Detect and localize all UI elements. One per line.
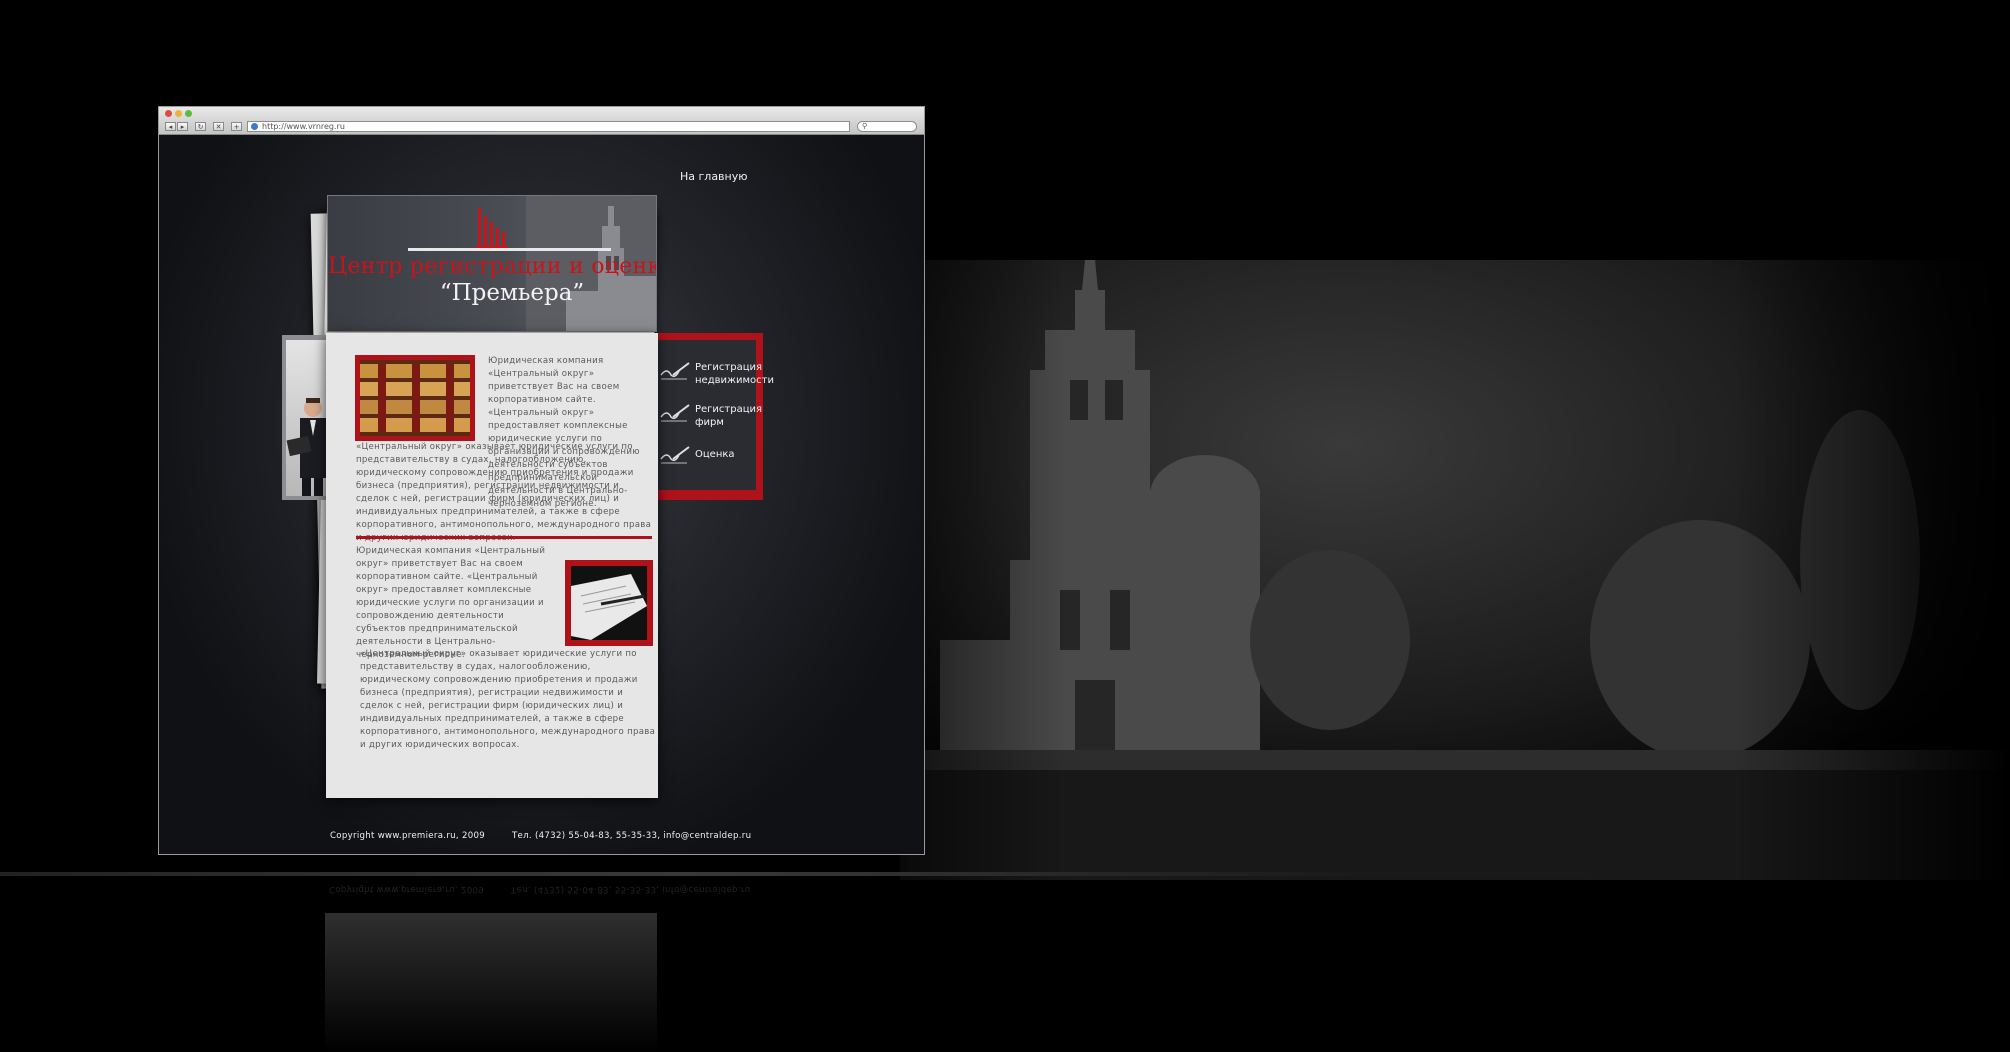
minimize-window-button[interactable] xyxy=(175,110,182,117)
pen-signature-icon xyxy=(660,362,690,380)
forward-button[interactable]: ▸ xyxy=(177,122,188,131)
page-viewport: На главную Центр регистрации и оценки “П… xyxy=(159,135,924,854)
add-bookmark-button[interactable]: + xyxy=(231,122,242,131)
stop-button[interactable]: ✕ xyxy=(213,122,224,131)
pen-signature-icon xyxy=(660,404,690,422)
browser-window: ◂ ▸ ↻ ✕ + http://www.vrnreg.ru ⚲ На глав… xyxy=(158,106,925,855)
footer-copyright: Copyright www.premiera.ru, 2009 xyxy=(330,831,486,841)
address-bar[interactable]: http://www.vrnreg.ru xyxy=(247,121,850,132)
back-button[interactable]: ◂ xyxy=(165,122,176,131)
globe-icon xyxy=(251,123,258,130)
search-field[interactable]: ⚲ xyxy=(857,121,917,132)
search-icon: ⚲ xyxy=(862,122,868,130)
footer-contacts-reflection: Тел. (4732) 55-04-83, 55-35-33, info@cen… xyxy=(511,884,751,894)
menu-item-label: Регистрация фирм xyxy=(695,404,763,428)
menu-item-label: Оценка xyxy=(695,449,735,460)
paper-reflection xyxy=(325,913,657,1052)
reload-button[interactable]: ↻ xyxy=(195,122,206,131)
zoom-window-button[interactable] xyxy=(185,110,192,117)
browser-toolbar: ◂ ▸ ↻ ✕ + http://www.vrnreg.ru ⚲ xyxy=(159,107,924,135)
window-reflection: Copyright www.premiera.ru, 2009 Тел. (47… xyxy=(158,878,925,1052)
footer-contacts: Тел. (4732) 55-04-83, 55-35-33, info@cen… xyxy=(512,831,752,841)
site-subtitle: “Премьера” xyxy=(439,280,585,306)
home-link[interactable]: На главную xyxy=(680,170,748,183)
url-text: http://www.vrnreg.ru xyxy=(262,122,345,131)
close-window-button[interactable] xyxy=(165,110,172,117)
pen-signature-icon xyxy=(660,446,690,464)
footer-copyright-reflection: Copyright www.premiera.ru, 2009 xyxy=(329,884,485,894)
background-church-photo xyxy=(900,260,2010,880)
body-paragraph-2: «Центральный округ» оказывает юридически… xyxy=(360,649,656,750)
floor-reflection-line xyxy=(0,872,1700,876)
site-title: Центр регистрации и оценки xyxy=(328,254,657,279)
body-paragraph-1: «Центральный округ» оказывает юридически… xyxy=(356,442,652,543)
logo-underline xyxy=(408,248,611,251)
law-books-image xyxy=(360,360,470,436)
menu-item-label: Регистрация недвижимости xyxy=(695,362,774,386)
document-pen-image xyxy=(571,566,647,640)
section-divider xyxy=(356,536,652,539)
intro-paragraph-2: Юридическая компания «Центральный округ»… xyxy=(356,546,546,660)
logo-columns-icon xyxy=(476,208,508,249)
site-header: Центр регистрации и оценки “Премьера” xyxy=(327,195,657,332)
